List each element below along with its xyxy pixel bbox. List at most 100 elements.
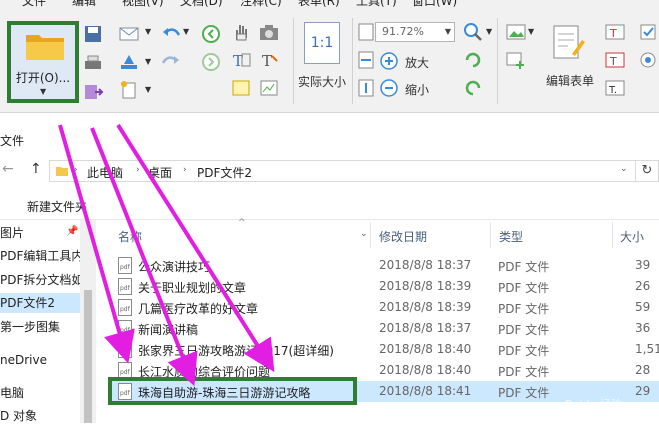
folder-icon [26,35,64,60]
chevron-down-icon[interactable]: ⌄ [360,229,368,239]
column-divider[interactable] [612,222,613,248]
column-type[interactable]: 类型 [499,228,523,245]
file-type: PDF 文件 [498,323,550,337]
radio-icon[interactable] [638,50,659,70]
nav-scrollbar[interactable] [80,220,96,423]
nav-item-folder[interactable]: 第一步图集 [0,317,60,337]
breadcrumb-desktop[interactable]: 桌面 [148,164,172,181]
chevron-down-icon: ▼ [444,27,451,36]
refresh-icon[interactable]: ↻ [636,160,659,182]
rotate-icon[interactable] [462,50,484,70]
snapshot-icon[interactable] [258,78,280,98]
rotate-back-icon[interactable] [462,78,484,98]
file-type: PDF 文件 [498,365,550,379]
note-icon[interactable] [230,78,252,98]
zoom-out-icon[interactable] [378,78,400,98]
column-date[interactable]: 修改日期 [379,228,427,245]
nav-item-this-pc[interactable]: 电脑 [0,383,24,403]
edit-form-label[interactable]: 编辑表单 [546,72,594,89]
nav-item-pictures[interactable]: 图片 [0,223,24,243]
checkbox-icon[interactable] [638,22,659,42]
add-image-icon[interactable] [505,50,527,70]
select-text-icon[interactable]: T [230,50,252,70]
zoom-select[interactable]: 91.72% ▼ [375,22,455,42]
menu-file[interactable]: 文件 [22,0,46,8]
menu-window[interactable]: 窗口(W) [412,0,457,8]
menu-tools[interactable]: 工具(T) [356,0,397,8]
nav-item-onedrive[interactable]: neDrive [0,350,47,370]
address-bar[interactable]: › 此电脑 › 桌面 › PDF文件2 ⌄ [49,160,636,182]
command-bar: 新建文件夹 [0,190,659,220]
fit-width-icon[interactable] [355,50,377,70]
text-field-icon[interactable]: T [604,22,626,42]
stamp-icon[interactable] [118,52,140,72]
back-arrow-icon[interactable]: ← [2,161,14,177]
menu-edit[interactable]: 编辑 [72,0,96,8]
open-button[interactable]: 打开(O)... ▼ [7,21,79,103]
column-divider[interactable] [490,222,491,248]
menu-document[interactable]: 文档(D) [180,0,223,8]
redo-icon[interactable] [160,52,182,72]
breadcrumb-this-pc[interactable]: 此电脑 [87,164,123,181]
new-document-icon[interactable] [118,80,140,100]
file-size: 1,51 [635,342,659,356]
file-size: 39 [635,258,651,272]
address-row: ← ↑ › 此电脑 › 桌面 › PDF文件2 ⌄ ↻ [0,155,659,187]
file-row[interactable]: 关于职业规划的文章 2018/8/8 18:39 PDF 文件 26 [112,276,659,297]
breadcrumb-pdf-folder[interactable]: PDF文件2 [197,164,252,181]
file-row[interactable]: 张家界三日游攻略游记2017(超详细) 2018/8/8 18:40 PDF 文… [112,339,659,360]
actual-size-icon[interactable]: 1:1 [304,22,340,64]
actual-size-label[interactable]: 实际大小 [298,73,346,90]
chevron-down-icon: ▼ [145,27,152,36]
hand-tool-icon[interactable] [230,22,252,42]
file-row[interactable]: 新闻演讲稿 2018/8/8 18:37 PDF 文件 36 [112,318,659,339]
nav-item-pdf-folder[interactable]: PDF文件2 [0,293,80,313]
file-type: PDF 文件 [498,386,550,400]
edit-form-icon[interactable] [548,22,588,66]
svg-text:T.: T. [608,85,617,96]
camera-icon[interactable] [258,22,280,42]
file-date: 2018/8/8 18:39 [379,279,472,293]
page-icon[interactable] [355,22,377,42]
zoom-out-label[interactable]: 缩小 [405,81,429,98]
pin-icon[interactable]: 📌 [66,226,78,237]
nav-item-3d-objects[interactable]: D 对象 [0,406,37,426]
file-date: 2018/8/8 18:37 [379,321,472,335]
email-icon[interactable] [118,24,140,44]
edit-text-icon[interactable]: T [258,50,280,70]
text-box-icon[interactable]: T. [604,78,626,98]
zoom-in-label[interactable]: 放大 [405,54,429,71]
back-icon[interactable] [200,24,222,44]
file-row[interactable]: 公众演讲技巧 2018/8/8 18:37 PDF 文件 39 [112,255,659,276]
file-list-header: ^ 名称 ⌄ 修改日期 类型 大小 [104,218,659,248]
sort-ascending-icon: ^ [238,218,246,228]
new-folder-button[interactable]: 新建文件夹 [27,198,87,215]
save-icon[interactable] [82,24,104,44]
chevron-right-icon: › [183,165,187,175]
menu-comment[interactable]: 注释(C) [240,0,282,8]
forward-icon[interactable] [200,52,222,72]
zoom-in-icon[interactable] [378,51,400,71]
file-name: 张家界三日游攻略游记2017(超详细) [138,344,334,358]
menu-form[interactable]: 表单(R) [298,0,340,8]
form-field-icon[interactable]: T [604,50,626,70]
export-icon[interactable] [82,82,104,102]
magnifier-icon[interactable] [462,22,484,42]
zoom-value: 91.72% [382,25,424,38]
undo-icon[interactable] [160,24,182,44]
app-ribbon: 文件 编辑 视图(V) 文档(D) 注释(C) 表单(R) 工具(T) 窗口(W… [0,0,659,113]
print-icon[interactable] [82,54,104,74]
menu-view[interactable]: 视图(V) [122,0,164,8]
image-icon[interactable] [505,22,527,42]
up-arrow-icon[interactable]: ↑ [30,161,42,177]
file-size: 28 [635,363,651,377]
chevron-down-icon: ▼ [486,27,493,36]
chevron-down-icon[interactable]: ⌄ [620,164,628,174]
scrollbar-thumb[interactable] [84,290,92,423]
fit-page-icon[interactable] [355,78,377,98]
column-divider[interactable] [370,222,371,248]
column-name[interactable]: 名称 [118,228,142,245]
file-row[interactable]: 几篇医疗改革的好文章 2018/8/8 18:39 PDF 文件 59 [112,297,659,318]
column-size[interactable]: 大小 [620,228,644,245]
file-date: 2018/8/8 18:37 [379,258,472,272]
